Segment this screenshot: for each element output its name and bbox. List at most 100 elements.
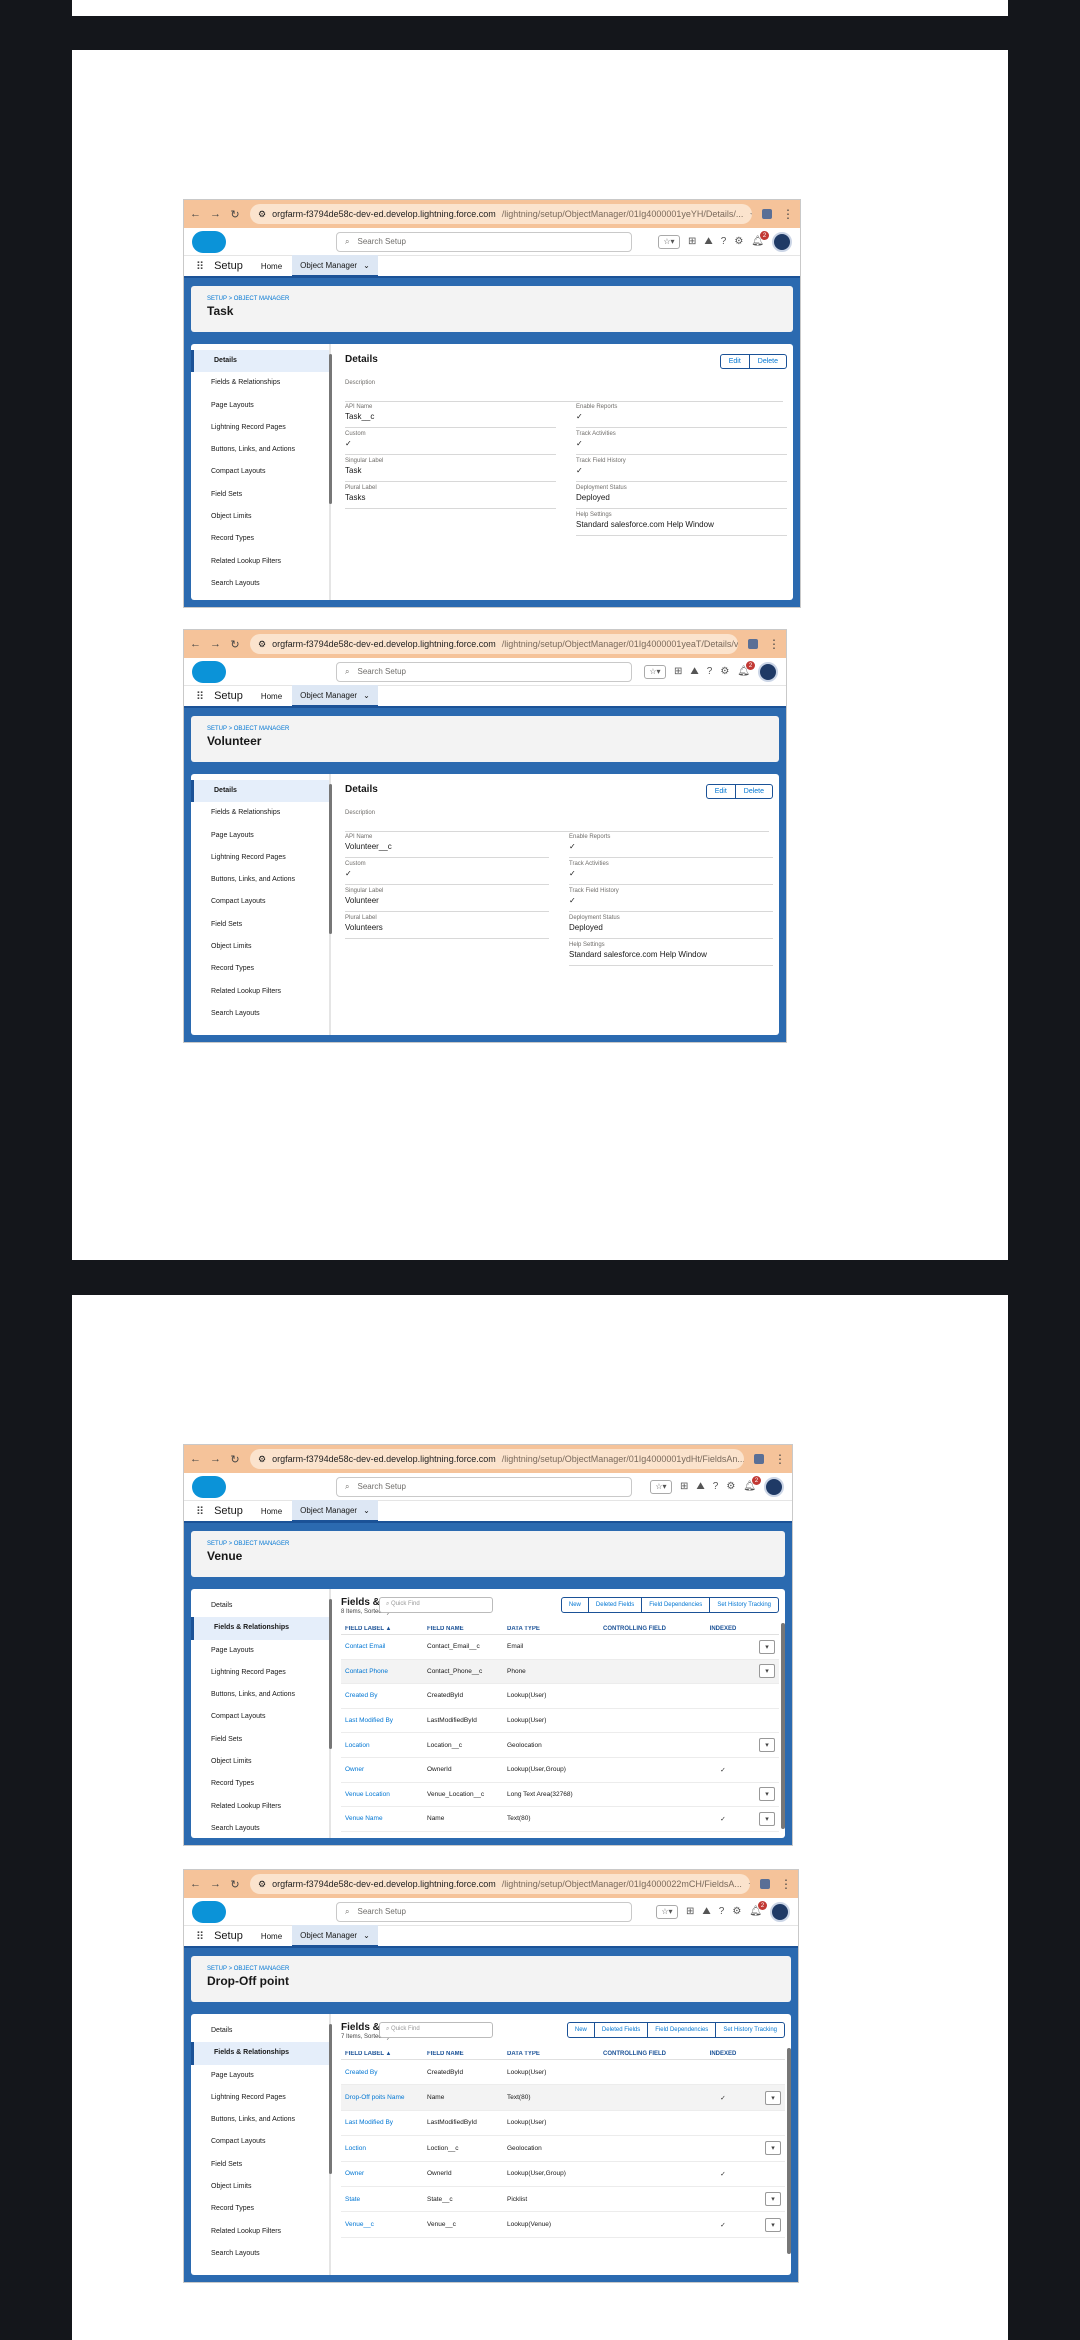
sidebar-item[interactable]: Field Sets: [191, 914, 329, 936]
quick-find-input[interactable]: ⌕ Quick Find: [379, 1597, 493, 1613]
sidebar-item[interactable]: Search Layouts: [191, 573, 329, 595]
gear-icon[interactable]: ⚙: [726, 1481, 735, 1492]
bell-icon[interactable]: 🔔︎ 2: [749, 1901, 767, 1917]
field-label-link[interactable]: Contact Email: [341, 1643, 427, 1650]
arrow-left-icon[interactable]: ←: [190, 1878, 201, 1890]
site-info-icon[interactable]: ⚙: [258, 1454, 266, 1465]
reload-icon[interactable]: ↻: [230, 208, 240, 221]
address-bar[interactable]: ⚙ orgfarm-f3794de58c-dev-ed.develop.light…: [250, 204, 752, 224]
field-dependencies-button[interactable]: Field Dependencies: [647, 2023, 715, 2037]
sidebar-item[interactable]: Record Types: [191, 958, 329, 980]
sidebar-item[interactable]: Related Lookup Filters: [191, 2221, 329, 2243]
sidebar-item[interactable]: Buttons, Links, and Actions: [191, 1684, 329, 1706]
reload-icon[interactable]: ↻: [230, 1453, 240, 1466]
field-label-link[interactable]: Loction: [341, 2145, 427, 2152]
row-menu-chevron-down-icon[interactable]: ▾: [759, 1664, 775, 1679]
row-menu-chevron-down-icon[interactable]: ▾: [759, 1787, 775, 1802]
extension-icon[interactable]: [748, 639, 758, 649]
salesforce-logo[interactable]: [192, 230, 226, 253]
chevron-down-icon[interactable]: ⌄: [363, 1506, 370, 1515]
search-input[interactable]: ⌕ Search Setup: [336, 1476, 632, 1497]
tab-home[interactable]: Home: [261, 1932, 282, 1941]
avatar[interactable]: [758, 661, 778, 682]
help-icon[interactable]: ?: [713, 1481, 719, 1492]
field-label-link[interactable]: Venue Location: [341, 1791, 427, 1798]
arrow-right-icon[interactable]: →: [210, 1453, 221, 1465]
deleted-fields-button[interactable]: Deleted Fields: [593, 2023, 647, 2037]
field-label-link[interactable]: Created By: [341, 1692, 427, 1699]
help-icon[interactable]: ?: [719, 1906, 725, 1917]
column-header[interactable]: FIELD LABEL ▲: [341, 2051, 427, 2057]
chevron-down-icon[interactable]: ⌄: [363, 1931, 370, 1940]
column-header[interactable]: CONTROLLING FIELD: [603, 1626, 703, 1632]
arrow-left-icon[interactable]: ←: [190, 1453, 201, 1465]
field-label-link[interactable]: Drop-Off poits Name: [341, 2094, 427, 2101]
salesforce-logo[interactable]: [192, 1900, 226, 1923]
field-label-link[interactable]: Owner: [341, 2170, 427, 2177]
arrow-right-icon[interactable]: →: [210, 638, 221, 650]
site-info-icon[interactable]: ⚙: [258, 1879, 266, 1890]
sidebar-item[interactable]: Compact Layouts: [191, 1706, 329, 1728]
row-menu-chevron-down-icon[interactable]: ▾: [765, 2192, 781, 2207]
site-info-icon[interactable]: ⚙: [258, 639, 266, 650]
sidebar-item[interactable]: Field Sets: [191, 484, 329, 506]
sidebar-item[interactable]: Details: [191, 1595, 329, 1617]
sidebar-item[interactable]: Page Layouts: [191, 1640, 329, 1662]
gear-icon[interactable]: ⚙: [732, 1906, 741, 1917]
field-dependencies-button[interactable]: Field Dependencies: [641, 1598, 709, 1612]
sidebar-item[interactable]: Object Limits: [191, 1751, 329, 1773]
sidebar-item[interactable]: Fields & Relationships: [191, 1617, 329, 1640]
breadcrumb[interactable]: SETUP > OBJECT MANAGER: [207, 296, 777, 302]
salesforce-logo[interactable]: [192, 1475, 226, 1498]
edit-button[interactable]: Edit: [707, 785, 735, 798]
table-scrollbar[interactable]: [781, 1623, 785, 1829]
field-label-link[interactable]: Venue__c: [341, 2221, 427, 2228]
sidebar-item[interactable]: Record Types: [191, 1773, 329, 1795]
search-input[interactable]: ⌕ Search Setup: [336, 661, 632, 682]
sidebar-scrollbar[interactable]: [329, 2024, 332, 2174]
kebab-menu-icon[interactable]: ⋮: [774, 1452, 786, 1466]
app-launcher-icon[interactable]: ⠿: [196, 1505, 204, 1518]
field-label-link[interactable]: Last Modified By: [341, 1717, 427, 1724]
app-launcher-icon[interactable]: ⠿: [196, 260, 204, 273]
delete-button[interactable]: Delete: [734, 785, 772, 798]
trailhead-icon[interactable]: ⛰: [696, 1481, 704, 1492]
trailhead-icon[interactable]: ⛰: [704, 236, 712, 247]
sidebar-item[interactable]: Search Layouts: [191, 2243, 329, 2265]
row-menu-chevron-down-icon[interactable]: ▾: [759, 1811, 775, 1826]
breadcrumb[interactable]: SETUP > OBJECT MANAGER: [207, 1966, 775, 1972]
tab-home[interactable]: Home: [261, 1507, 282, 1516]
sidebar-item[interactable]: Buttons, Links, and Actions: [191, 869, 329, 891]
sidebar-item[interactable]: Lightning Record Pages: [191, 2087, 329, 2109]
chevron-down-icon[interactable]: ⌄: [363, 261, 370, 270]
sidebar-item[interactable]: Buttons, Links, and Actions: [191, 2109, 329, 2131]
column-header[interactable]: FIELD LABEL ▲: [341, 1626, 427, 1632]
trailhead-icon[interactable]: ⛰: [702, 1906, 710, 1917]
favorites-icon[interactable]: ☆▾: [649, 1479, 672, 1494]
favorites-icon[interactable]: ☆▾: [643, 664, 666, 679]
sidebar-item[interactable]: Compact Layouts: [191, 461, 329, 483]
row-menu-chevron-down-icon[interactable]: ▾: [765, 2090, 781, 2105]
sidebar-item[interactable]: Record Types: [191, 2198, 329, 2220]
kebab-menu-icon[interactable]: ⋮: [780, 1877, 792, 1891]
row-menu-chevron-down-icon[interactable]: ▾: [759, 1738, 775, 1753]
extension-icon[interactable]: [754, 1454, 764, 1464]
sidebar-item[interactable]: Fields & Relationships: [191, 372, 329, 394]
extension-icon[interactable]: [762, 209, 772, 219]
sidebar-item[interactable]: Compact Layouts: [191, 891, 329, 913]
sidebar-item[interactable]: Object Limits: [191, 936, 329, 958]
tab-object-manager[interactable]: Object Manager ⌄: [292, 1500, 378, 1522]
gear-icon[interactable]: ⚙: [720, 666, 729, 677]
bell-icon[interactable]: 🔔︎ 2: [751, 231, 769, 247]
app-launcher-icon[interactable]: ⠿: [196, 690, 204, 703]
address-bar[interactable]: ⚙ orgfarm-f3794de58c-dev-ed.develop.light…: [250, 1449, 744, 1469]
trailhead-icon[interactable]: ⛰: [690, 666, 698, 677]
favorites-icon[interactable]: ☆▾: [655, 1904, 678, 1919]
field-label-link[interactable]: Owner: [341, 1766, 427, 1773]
sidebar-item[interactable]: Related Lookup Filters: [191, 981, 329, 1003]
sidebar-item[interactable]: Related Lookup Filters: [191, 1796, 329, 1818]
address-bar[interactable]: ⚙ orgfarm-f3794de58c-dev-ed.develop.light…: [250, 1874, 750, 1894]
set-history-tracking-button[interactable]: Set History Tracking: [715, 2023, 784, 2037]
row-menu-chevron-down-icon[interactable]: ▾: [759, 1639, 775, 1654]
star-icon[interactable]: ☆: [748, 1878, 750, 1891]
